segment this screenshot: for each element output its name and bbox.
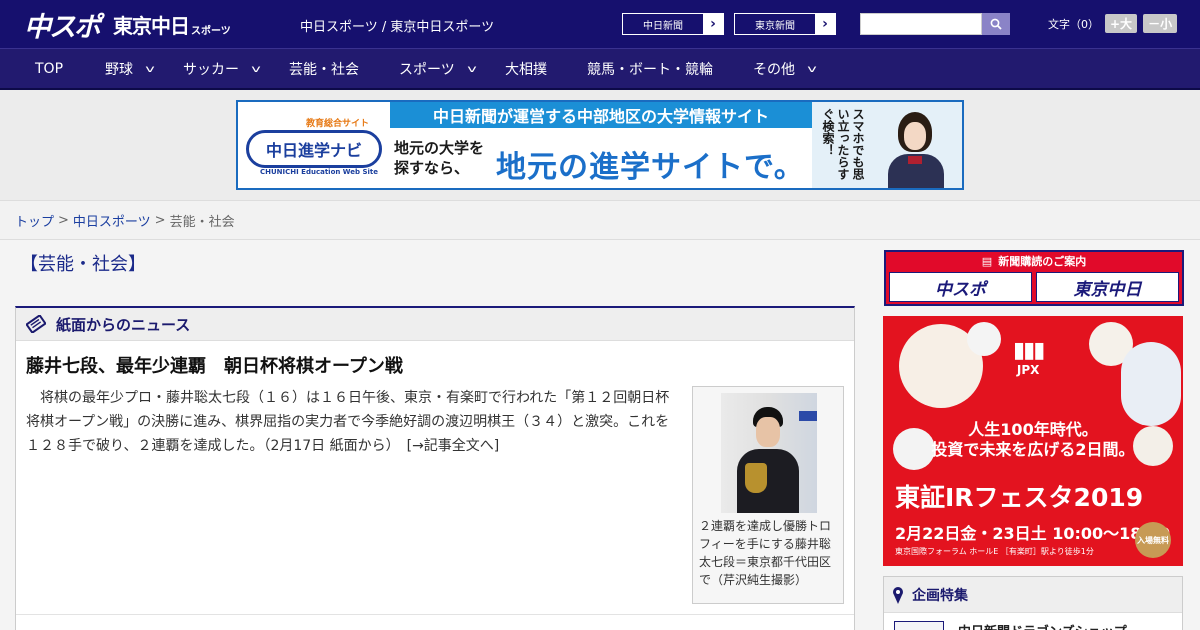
feature-item[interactable]: 中日新聞ドラゴンズショップ <box>894 621 1127 630</box>
chevron-right-icon: › <box>815 14 835 34</box>
ext-link-label: 東京新聞 <box>755 20 795 32</box>
news-panel: 紙面からのニュース 藤井七段、最年少連覇 朝日杯将棋オープン戦 将棋の最年少プロ… <box>15 306 855 630</box>
ad-right-panel: スマホでも思い立ったらすぐ検索！ <box>812 102 962 188</box>
subscription-title: 新聞購読のご案内 <box>998 255 1087 268</box>
jpx-mark: ▮▮▮ <box>1013 338 1045 363</box>
subscribe-tokyo-chunichi-button[interactable]: 東京中日 <box>1036 272 1179 302</box>
chevron-down-icon: v <box>466 63 477 75</box>
chevron-down-icon: v <box>145 63 155 75</box>
nav-item-label: その他 <box>753 62 795 78</box>
nav-item-label: 芸能・社会 <box>289 62 359 78</box>
article-photo[interactable] <box>721 393 817 513</box>
jpx-ad-line1: 人生100年時代。 <box>968 420 1098 439</box>
font-size-label: 文字（0） <box>1048 17 1099 31</box>
jpx-ad-dates: 2月22日金・23日土 10:00～18:00 <box>895 524 1171 543</box>
jpx-ir-festa-ad[interactable]: ▮▮▮ JPX 人生100年時代。 投資で未来を広げる2日間。 東証IRフェスタ… <box>883 316 1183 566</box>
nav-item-top[interactable]: TOP <box>35 49 63 89</box>
ad-logo-oval: 中日進学ナビ <box>246 130 382 168</box>
jpx-ad-event: 東証IRフェスタ2019 <box>895 483 1144 512</box>
ad-logo: 教育総合サイト 中日進学ナビ CHUNICHI Education Web Si… <box>238 102 390 188</box>
search-input[interactable] <box>860 13 982 35</box>
logo-sports: スポーツ <box>191 25 231 37</box>
site-title[interactable]: 中日スポーツ / 東京中日スポーツ <box>300 16 494 35</box>
nav-item-baseball[interactable]: 野球 v <box>105 49 155 89</box>
subscription-banner[interactable]: ▤ 新聞購読のご案内 中スポ 東京中日 <box>884 250 1184 306</box>
breadcrumb: トップ > 中日スポーツ > 芸能・社会 <box>0 200 1200 240</box>
feature-item-title: 中日新聞ドラゴンズショップ <box>958 621 1127 630</box>
search-button[interactable] <box>982 13 1010 35</box>
feature-title: 企画特集 <box>912 587 968 604</box>
nav-item-sumo[interactable]: 大相撲 <box>505 49 547 89</box>
shingaku-navi-ad[interactable]: 教育総合サイト 中日進学ナビ CHUNICHI Education Web Si… <box>236 100 964 190</box>
article-summary[interactable]: 将棋の最年少プロ・藤井聡太七段（１６）は１６日午後、東京・有楽町で行われた「第１… <box>26 386 680 458</box>
nav-item-soccer[interactable]: サッカー v <box>183 49 261 89</box>
font-larger-button[interactable]: +大 <box>1105 14 1138 33</box>
ad-student-image <box>884 108 944 188</box>
jpx-logo: ▮▮▮ JPX <box>1013 338 1045 377</box>
ad-logo-english: CHUNICHI Education Web Site <box>260 168 379 176</box>
news-panel-title: 紙面からのニュース <box>56 315 191 334</box>
feature-header: 企画特集 <box>884 577 1182 613</box>
ad-small-text: 地元の大学を探すなら、 <box>394 139 485 177</box>
nav-item-label: TOP <box>35 61 64 77</box>
ad-headline: 中日新聞が運営する中部地区の大学情報サイト <box>390 102 812 128</box>
tokyo-shimbun-link[interactable]: 東京新聞 › <box>734 13 836 35</box>
panel-divider <box>16 614 854 615</box>
font-smaller-button[interactable]: －小 <box>1143 14 1178 33</box>
subscribe-chuspo-button[interactable]: 中スポ <box>889 272 1032 302</box>
ribbon-icon <box>893 586 903 604</box>
subscription-header: ▤ 新聞購読のご案内 <box>886 252 1182 270</box>
main-nav: TOP 野球 v サッカー v 芸能・社会 スポーツ v 大相撲 競馬・ボート・… <box>0 48 1200 90</box>
nav-item-label: サッカー <box>183 62 239 78</box>
feature-panel: 企画特集 中日新聞ドラゴンズショップ <box>883 576 1183 630</box>
jpx-name: JPX <box>1016 363 1040 377</box>
nav-item-label: 大相撲 <box>505 62 547 78</box>
nav-item-label: 野球 <box>105 62 133 78</box>
logo-chuspo: 中スポ <box>24 11 101 43</box>
chunichi-shimbun-link[interactable]: 中日新聞 › <box>622 13 724 35</box>
breadcrumb-current: 芸能・社会 <box>169 214 235 230</box>
ad-person-photo <box>967 322 1001 356</box>
jpx-ad-venue: 東京国際フォーラム ホールE ［有楽町］駅より徒歩1分 <box>895 547 1094 556</box>
banner-strip: 教育総合サイト 中日進学ナビ CHUNICHI Education Web Si… <box>0 90 1200 200</box>
feature-item-thumbnail <box>894 621 944 630</box>
nav-item-racing[interactable]: 競馬・ボート・競輪 <box>587 49 713 89</box>
free-entry-badge: 入場無料 <box>1135 522 1171 558</box>
breadcrumb-separator: > <box>154 212 166 228</box>
top-header: 中スポ 東京中日 スポーツ 中日スポーツ / 東京中日スポーツ 中日新聞 › 東… <box>0 0 1200 48</box>
article-photo-box: ２連覇を達成し優勝トロフィーを手にする藤井聡太七段＝東京都千代田区で（芹沢純生撮… <box>692 386 844 604</box>
jpx-ad-tagline: 人生100年時代。 投資で未来を広げる2日間。 <box>883 420 1183 460</box>
breadcrumb-top[interactable]: トップ <box>15 211 54 230</box>
chevron-right-icon: › <box>703 14 723 34</box>
font-size-controls: 文字（0） +大 －小 <box>1048 14 1178 33</box>
ad-logo-text: 中日進学ナビ <box>265 141 362 160</box>
page-title: 【芸能・社会】 <box>20 254 146 275</box>
ad-big-text: 地元の進学サイトで。 <box>496 150 805 185</box>
chevron-down-icon: v <box>807 63 817 75</box>
ad-person-photo <box>1121 342 1181 426</box>
nav-item-label: スポーツ <box>399 62 455 78</box>
breadcrumb-chunichi-sports[interactable]: 中日スポーツ <box>73 211 151 230</box>
ext-link-label: 中日新聞 <box>643 20 683 32</box>
photo-caption: ２連覇を達成し優勝トロフィーを手にする藤井聡太七段＝東京都千代田区で（芹沢純生撮… <box>699 519 832 587</box>
newspaper-icon <box>26 315 46 333</box>
ad-edu-label: 教育総合サイト <box>306 119 370 129</box>
newspaper-icon: ▤ <box>981 254 993 268</box>
nav-item-sports[interactable]: スポーツ v <box>399 49 477 89</box>
nav-item-other[interactable]: その他 v <box>753 49 817 89</box>
site-logo[interactable]: 中スポ 東京中日 スポーツ <box>24 8 231 43</box>
article-title[interactable]: 藤井七段、最年少連覇 朝日杯将棋オープン戦 <box>26 352 403 378</box>
search-form <box>860 13 1010 35</box>
search-icon <box>990 18 1002 30</box>
news-panel-header: 紙面からのニュース <box>16 308 854 341</box>
ad-vertical-text: スマホでも思い立ったらすぐ検索！ <box>821 108 865 180</box>
nav-item-label: 競馬・ボート・競輪 <box>587 62 713 78</box>
breadcrumb-separator: > <box>58 212 69 228</box>
logo-tokyo-chunichi: 東京中日 <box>113 13 190 38</box>
nav-item-entertainment[interactable]: 芸能・社会 <box>289 49 359 89</box>
jpx-ad-line2: 投資で未来を広げる2日間。 <box>931 440 1135 459</box>
chevron-down-icon: v <box>251 63 261 75</box>
